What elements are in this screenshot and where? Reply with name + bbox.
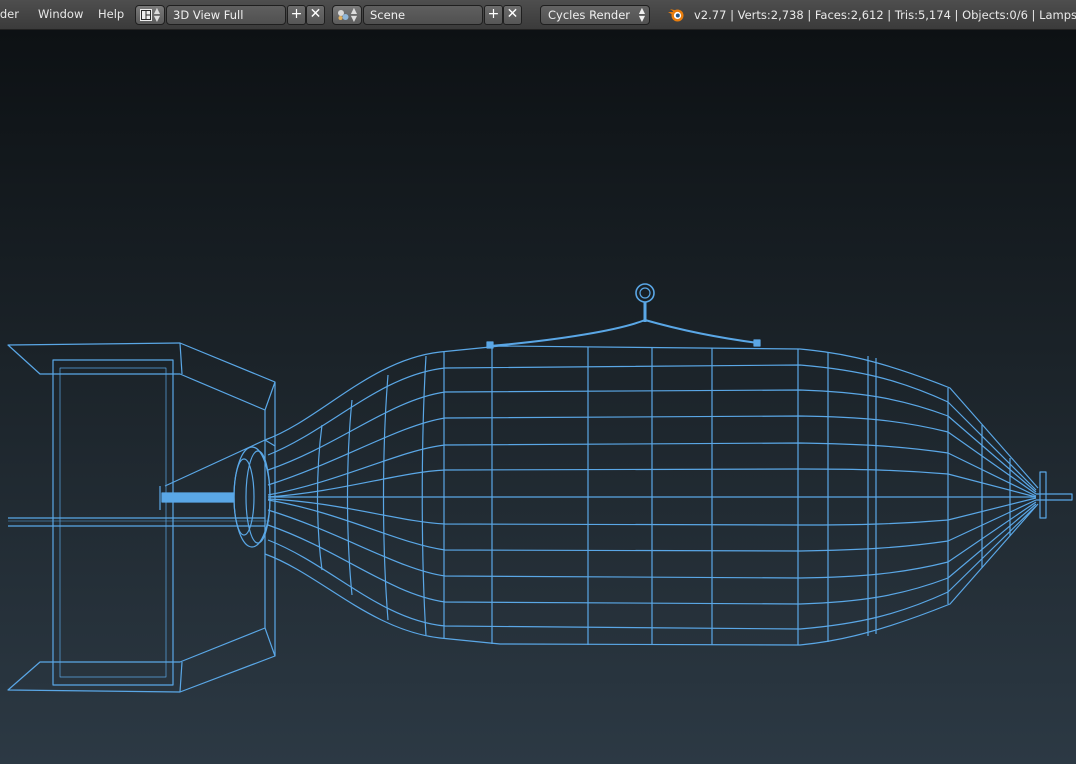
add-icon: + [290,6,303,22]
updown-arrows-icon: ▲ ▼ [350,6,357,23]
add-screen-button[interactable]: + [287,5,306,25]
updown-arrows-icon: ▲ ▼ [638,6,645,23]
suspension-lug [486,283,761,349]
menu-render[interactable]: Render [0,7,19,21]
render-engine-dropdown[interactable]: Cycles Render ▲ ▼ [540,5,650,25]
3d-viewport[interactable] [0,30,1076,764]
updown-arrows-icon: ▲ ▼ [153,6,160,23]
info-header: Render Window Help ▲▼ 3D View Full + ✕ ▲… [0,0,1076,30]
scene-statistics: v2.77 | Verts:2,738 | Faces:2,612 | Tris… [694,8,1076,22]
bomb-body [264,345,1039,646]
tail-cone [159,439,276,548]
menu-help[interactable]: Help [98,7,124,21]
render-engine-label: Cycles Render [548,8,631,22]
scene-selector[interactable]: ▲ ▼ [332,5,362,25]
menu-window[interactable]: Window [38,7,83,21]
close-icon: ✕ [309,6,322,22]
screen-layout-icon [140,9,152,21]
delete-scene-button[interactable]: ✕ [503,5,522,25]
scene-name-field[interactable]: Scene [363,5,483,25]
nose-fuse [1036,471,1073,519]
wireframe-bomb-model [7,283,1073,693]
screen-layout-name-field[interactable]: 3D View Full [166,5,286,25]
close-icon: ✕ [506,6,519,22]
scene-icon [338,10,349,20]
add-icon: + [487,6,500,22]
delete-screen-button[interactable]: ✕ [306,5,325,25]
screen-layout-selector[interactable]: ▲ ▼ [135,5,165,25]
add-scene-button[interactable]: + [484,5,503,25]
blender-logo-icon [668,9,684,22]
